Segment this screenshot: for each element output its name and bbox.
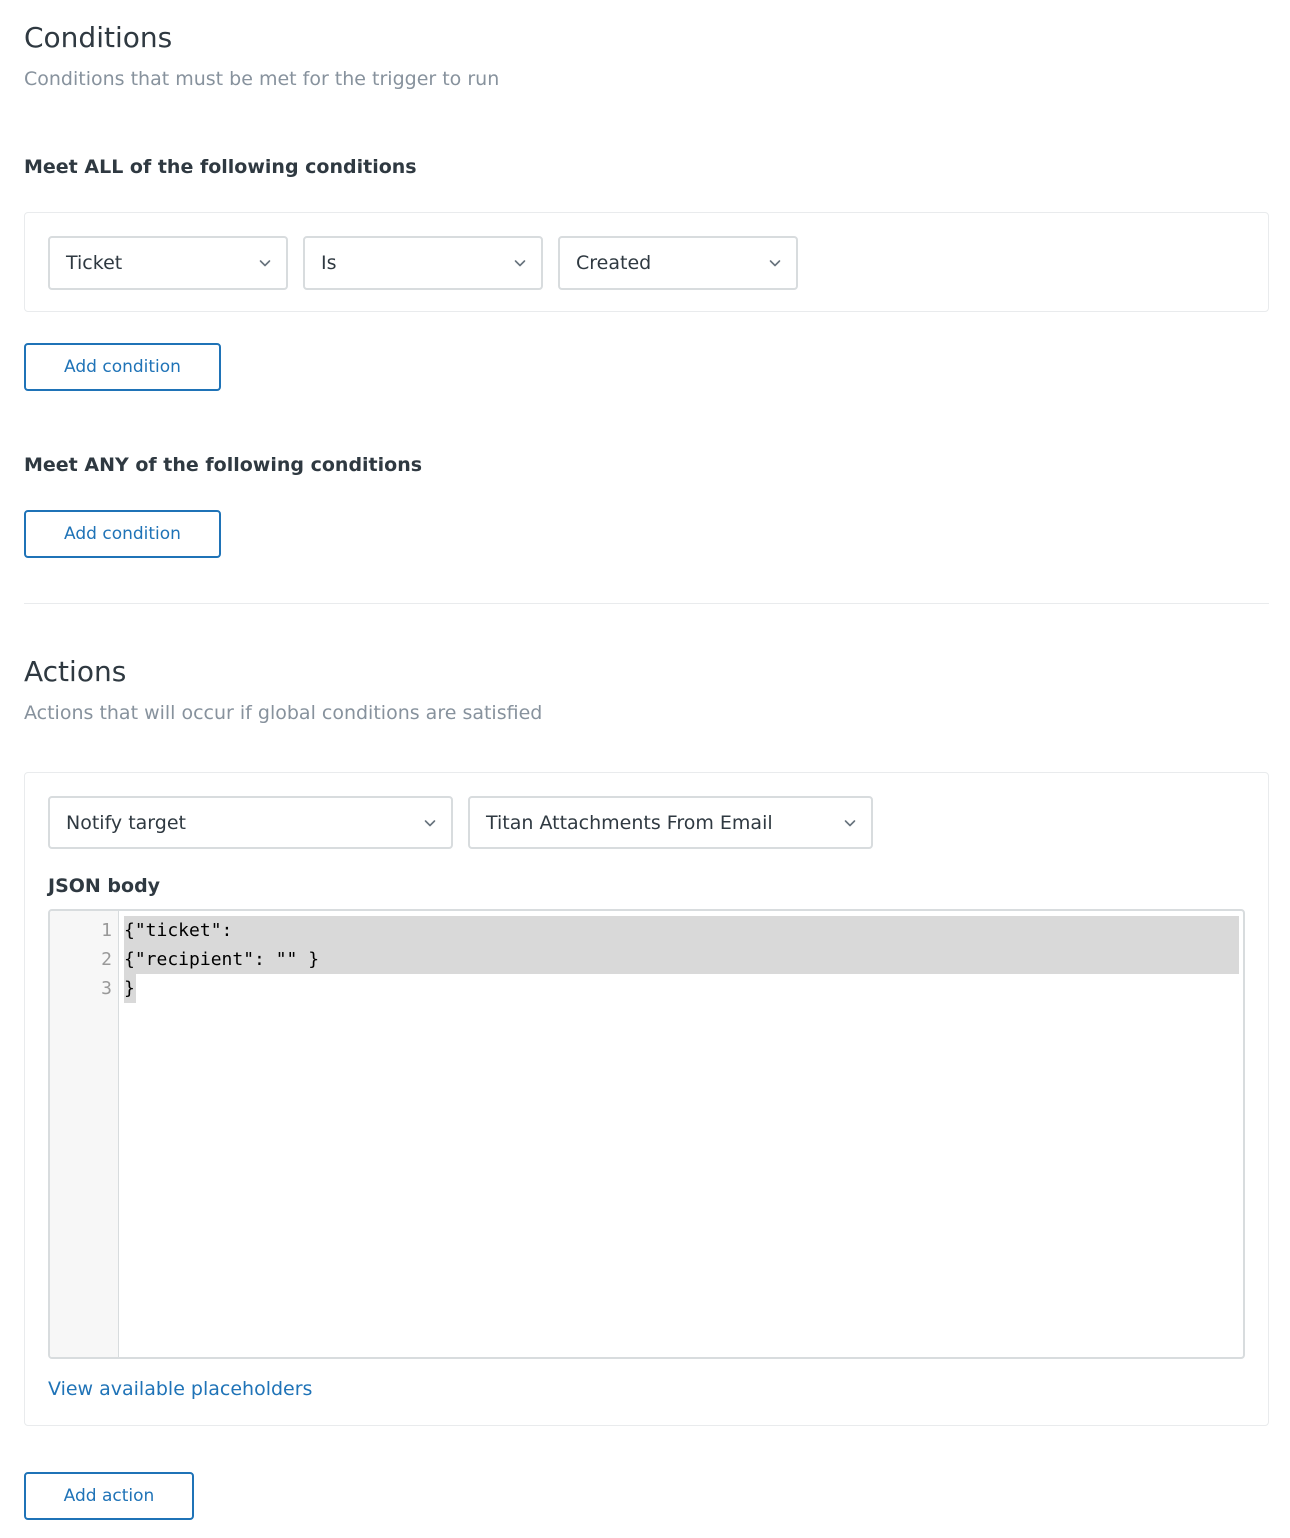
line-number: 3 xyxy=(101,978,112,999)
code-line: } xyxy=(124,978,135,999)
section-divider xyxy=(24,603,1269,604)
add-all-condition-button[interactable]: Add condition xyxy=(24,343,221,391)
view-placeholders-link[interactable]: View available placeholders xyxy=(48,1380,312,1399)
code-line: {"recipient": "" } xyxy=(124,949,320,970)
action-target-value: Titan Attachments From Email xyxy=(486,811,773,834)
json-body-editor[interactable]: 1 2 3 {"ticket": {"recipient": "" } } xyxy=(48,909,1245,1359)
condition-field-select[interactable]: Ticket xyxy=(48,236,288,290)
meet-all-label: Meet ALL of the following conditions xyxy=(24,156,417,178)
condition-value-select[interactable]: Created xyxy=(558,236,798,290)
action-card: Notify target Titan Attachments From Ema… xyxy=(24,772,1269,1426)
add-any-condition-button[interactable]: Add condition xyxy=(24,510,221,558)
condition-operator-value: Is xyxy=(321,252,337,274)
line-number: 1 xyxy=(101,920,112,941)
condition-operator-select[interactable]: Is xyxy=(303,236,543,290)
chevron-down-icon xyxy=(424,819,436,826)
all-conditions-card: Ticket Is Created xyxy=(24,212,1269,312)
line-number-gutter: 1 2 3 xyxy=(50,911,119,1357)
action-type-value: Notify target xyxy=(66,811,186,834)
condition-field-value: Ticket xyxy=(66,252,123,274)
meet-any-label: Meet ANY of the following conditions xyxy=(24,454,423,476)
conditions-subtitle: Conditions that must be met for the trig… xyxy=(24,68,500,90)
conditions-title: Conditions xyxy=(24,21,173,54)
chevron-down-icon xyxy=(259,260,271,267)
action-type-select[interactable]: Notify target xyxy=(48,796,453,849)
chevron-down-icon xyxy=(769,260,781,267)
line-number: 2 xyxy=(101,949,112,970)
actions-subtitle: Actions that will occur if global condit… xyxy=(24,702,543,724)
add-action-button[interactable]: Add action xyxy=(24,1472,194,1520)
json-body-label: JSON body xyxy=(48,875,161,897)
code-line: {"ticket": xyxy=(124,920,233,941)
chevron-down-icon xyxy=(844,819,856,826)
condition-value-value: Created xyxy=(576,252,652,274)
chevron-down-icon xyxy=(514,260,526,267)
action-target-select[interactable]: Titan Attachments From Email xyxy=(468,796,873,849)
actions-title: Actions xyxy=(24,655,127,688)
